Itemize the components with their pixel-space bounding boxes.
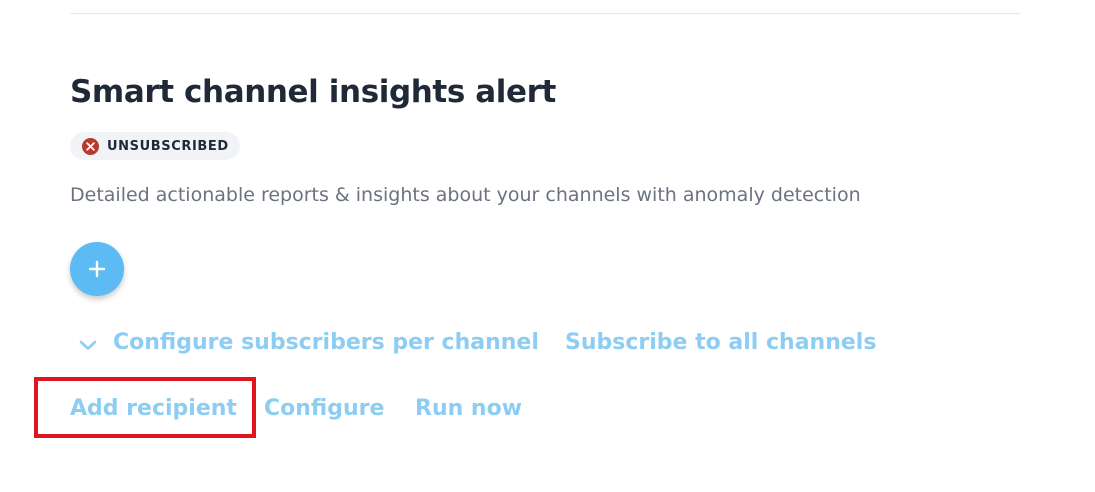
run-now-link[interactable]: Run now: [415, 396, 522, 421]
configure-link[interactable]: Configure: [264, 396, 384, 421]
plus-icon: [88, 260, 106, 278]
status-badge: UNSUBSCRIBED: [70, 132, 240, 160]
alert-settings-page: Smart channel insights alert UNSUBSCRIBE…: [0, 0, 1095, 492]
status-badge-label: UNSUBSCRIBED: [107, 138, 229, 154]
x-circle-icon: [82, 137, 99, 155]
configure-subscribers-per-channel-link[interactable]: Configure subscribers per channel: [113, 330, 539, 355]
alert-title: Smart channel insights alert: [70, 74, 556, 110]
subscribe-all-channels-link[interactable]: Subscribe to all channels: [565, 330, 876, 355]
divider: [70, 13, 1020, 14]
chevron-down-icon[interactable]: [78, 335, 98, 355]
add-recipient-link[interactable]: Add recipient: [70, 396, 237, 421]
alert-description: Detailed actionable reports & insights a…: [70, 184, 861, 206]
add-button[interactable]: [70, 242, 124, 296]
